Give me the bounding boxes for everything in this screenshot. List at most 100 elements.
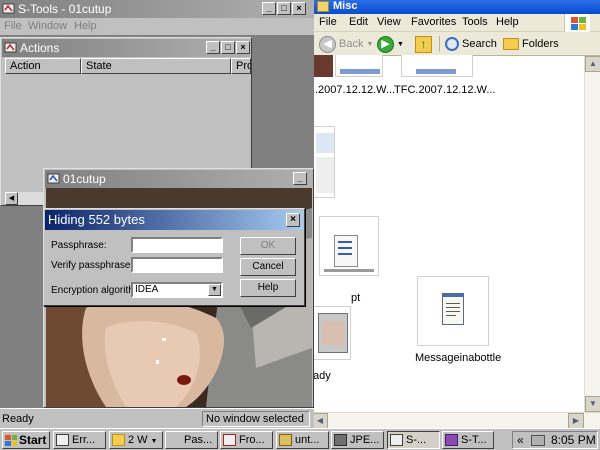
- stools-title: S-Tools - 01cutup: [18, 2, 112, 16]
- file-thumbnail[interactable]: [319, 216, 379, 276]
- taskbar-item-stools-active[interactable]: S-...: [387, 431, 440, 449]
- chevron-down-icon: ▼: [366, 40, 374, 48]
- chevron-down-icon[interactable]: ▼: [208, 284, 221, 296]
- stools-app-icon: [390, 434, 403, 446]
- scroll-left-icon[interactable]: ◀: [5, 192, 18, 205]
- file-thumbnail[interactable]: [401, 55, 473, 77]
- back-button[interactable]: ◀ Back ▼: [319, 35, 373, 53]
- taskbar-item-label: Err...: [72, 434, 96, 446]
- taskbar-item-unt[interactable]: unt...: [276, 431, 329, 449]
- taskbar-item-label: S-T...: [461, 434, 487, 446]
- close-icon[interactable]: ×: [236, 41, 250, 54]
- dialog-title-bar[interactable]: Hiding 552 bytes ×: [45, 210, 303, 230]
- status-window-info: No window selected: [202, 411, 310, 427]
- minimize-icon[interactable]: _: [293, 172, 307, 185]
- folder-icon: [317, 1, 329, 12]
- column-header-state[interactable]: State: [81, 58, 231, 74]
- speaker-icon[interactable]: [531, 435, 545, 446]
- menu-file[interactable]: File: [4, 20, 22, 32]
- folders-button[interactable]: Folders: [503, 35, 559, 53]
- back-arrow-icon: ◀: [319, 35, 336, 53]
- file-thumbnail[interactable]: [417, 276, 489, 346]
- taskbar-item-err[interactable]: Err...: [53, 431, 106, 449]
- folders-icon: [503, 38, 519, 50]
- file-caption[interactable]: .2007.12.12.W...: [315, 84, 395, 96]
- file-thumbnail[interactable]: [313, 55, 337, 79]
- forward-button[interactable]: ▶ ▼: [377, 35, 404, 53]
- taskbar-item-explorer-group[interactable]: 2 W ▼: [109, 431, 163, 449]
- help-button[interactable]: Help: [240, 279, 296, 297]
- taskbar-item-fro[interactable]: Fro...: [220, 431, 273, 449]
- file-caption[interactable]: pt: [351, 292, 360, 304]
- search-icon: [445, 37, 459, 51]
- search-button[interactable]: Search: [445, 35, 497, 53]
- cancel-button[interactable]: Cancel: [240, 258, 296, 276]
- folder-icon: [112, 434, 125, 446]
- menu-tools[interactable]: Tools: [462, 16, 488, 28]
- file-caption[interactable]: Messageinabottle: [415, 352, 501, 364]
- actions-window-controls: _ □ ×: [206, 41, 250, 54]
- scroll-down-icon[interactable]: ▼: [585, 396, 600, 412]
- column-header-action[interactable]: Action: [5, 58, 81, 74]
- taskbar-item-stools[interactable]: S-T...: [442, 431, 494, 449]
- file-thumbnail[interactable]: [313, 126, 335, 198]
- text-file-icon: [442, 295, 464, 325]
- status-bar: Ready No window selected: [0, 408, 314, 428]
- explorer-file-area: .2007.12.12.W... TFC.2007.12.12.W... pt …: [313, 55, 600, 428]
- close-icon[interactable]: ×: [292, 2, 306, 15]
- ok-button[interactable]: OK: [240, 237, 296, 255]
- image-window-title: 01cutup: [63, 172, 106, 186]
- menu-help[interactable]: Help: [74, 20, 97, 32]
- minimize-icon[interactable]: _: [262, 2, 276, 15]
- actions-title-bar[interactable]: Actions _ □ ×: [2, 39, 250, 57]
- tray-expand-icon[interactable]: «: [517, 432, 524, 448]
- file-caption[interactable]: ady: [313, 370, 331, 382]
- taskbar-item-label: JPE...: [350, 434, 380, 446]
- menu-favorites[interactable]: Favorites: [411, 16, 456, 28]
- passphrase-label: Passphrase:: [51, 240, 107, 251]
- explorer-vertical-scrollbar[interactable]: ▲ ▼: [584, 56, 600, 412]
- toolbar-separator: [439, 36, 440, 52]
- encryption-algorithm-select[interactable]: IDEA ▼: [131, 282, 223, 298]
- explorer-menu-bar: File Edit View Favorites Tools Help: [313, 14, 600, 32]
- up-folder-button[interactable]: ↑: [415, 35, 432, 53]
- paint-icon: [279, 434, 292, 446]
- scroll-left-icon[interactable]: ◀: [312, 413, 328, 429]
- passphrase-input[interactable]: [131, 237, 223, 253]
- file-caption[interactable]: TFC.2007.12.12.W...: [394, 84, 496, 96]
- column-header-progress[interactable]: Pro: [231, 58, 251, 74]
- hide-data-dialog: Hiding 552 bytes × Passphrase: Verify pa…: [43, 208, 305, 306]
- scroll-up-icon[interactable]: ▲: [585, 56, 600, 72]
- explorer-window: Misc File Edit View Favorites Tools Help…: [312, 0, 600, 428]
- taskbar-item-label: 2 W: [128, 434, 148, 446]
- menu-file[interactable]: File: [319, 16, 337, 28]
- verify-passphrase-input[interactable]: [131, 257, 223, 273]
- menu-view[interactable]: View: [377, 16, 401, 28]
- taskbar-item-label: Pas...: [184, 434, 213, 446]
- explorer-horizontal-scrollbar[interactable]: ◀ ▶: [312, 412, 600, 429]
- file-thumbnail[interactable]: [313, 306, 351, 360]
- scroll-right-icon[interactable]: ▶: [568, 413, 584, 429]
- status-text: Ready: [2, 413, 34, 425]
- maximize-icon[interactable]: □: [277, 2, 291, 15]
- menu-edit[interactable]: Edit: [349, 16, 368, 28]
- back-label: Back: [339, 38, 364, 50]
- explorer-title-bar[interactable]: Misc: [313, 0, 600, 14]
- stools-window-controls: _ □ ×: [262, 2, 306, 15]
- search-label: Search: [462, 38, 497, 50]
- stools-title-bar[interactable]: S-Tools - 01cutup _ □ ×: [0, 0, 314, 18]
- menu-help[interactable]: Help: [496, 16, 519, 28]
- explorer-toolbar: ◀ Back ▼ ▶ ▼ ↑ Search Folders: [313, 32, 600, 56]
- minimize-icon[interactable]: _: [206, 41, 220, 54]
- clock[interactable]: 8:05 PM: [551, 432, 596, 448]
- image-icon: [334, 434, 347, 446]
- start-button[interactable]: Start: [2, 431, 50, 449]
- taskbar-item-pas[interactable]: Pas...: [165, 431, 218, 449]
- taskbar-item-jpe[interactable]: JPE...: [331, 431, 384, 449]
- close-icon[interactable]: ×: [286, 213, 300, 227]
- image-window-icon: [47, 172, 60, 185]
- maximize-icon[interactable]: □: [221, 41, 235, 54]
- menu-window[interactable]: Window: [28, 20, 67, 32]
- file-thumbnail[interactable]: [335, 55, 383, 77]
- image-window-title-bar[interactable]: 01cutup _: [45, 170, 313, 188]
